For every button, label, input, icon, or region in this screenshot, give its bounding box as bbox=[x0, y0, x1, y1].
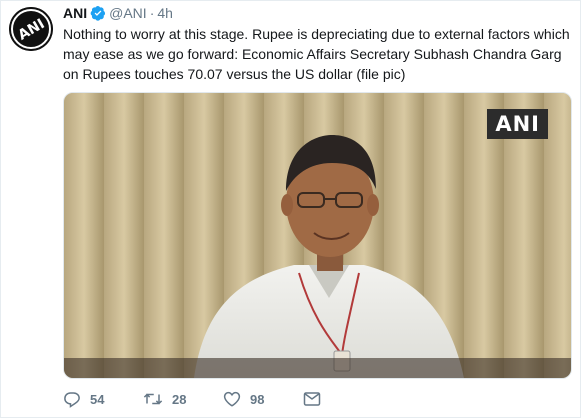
retweet-icon bbox=[143, 390, 163, 408]
avatar[interactable]: ANI bbox=[9, 7, 53, 51]
direct-message-icon bbox=[303, 391, 321, 407]
reply-button[interactable]: 54 bbox=[63, 390, 143, 408]
reply-icon bbox=[63, 390, 81, 408]
verified-badge-icon bbox=[90, 5, 106, 21]
direct-message-button[interactable] bbox=[303, 391, 321, 407]
tweet-card[interactable]: ANI ANI @ANI · 4h Nothing to worry at th… bbox=[0, 0, 581, 418]
tweet-media-image[interactable]: ANI bbox=[63, 92, 572, 379]
tweet-actions: 54 28 98 bbox=[63, 390, 321, 408]
tweet-timestamp[interactable]: 4h bbox=[157, 5, 173, 21]
retweet-count: 28 bbox=[172, 391, 187, 407]
retweet-button[interactable]: 28 bbox=[143, 390, 223, 408]
like-button[interactable]: 98 bbox=[223, 390, 303, 408]
separator-dot: · bbox=[149, 5, 155, 21]
tweet-header: ANI @ANI · 4h bbox=[63, 4, 173, 22]
like-icon bbox=[223, 390, 241, 408]
ani-logo: ANI bbox=[9, 7, 53, 51]
like-count: 98 bbox=[250, 391, 265, 407]
author-name[interactable]: ANI bbox=[63, 5, 87, 21]
author-handle[interactable]: @ANI bbox=[109, 5, 147, 21]
tweet-text: Nothing to worry at this stage. Rupee is… bbox=[63, 26, 570, 82]
reply-count: 54 bbox=[90, 391, 105, 407]
ani-watermark: ANI bbox=[487, 109, 548, 139]
